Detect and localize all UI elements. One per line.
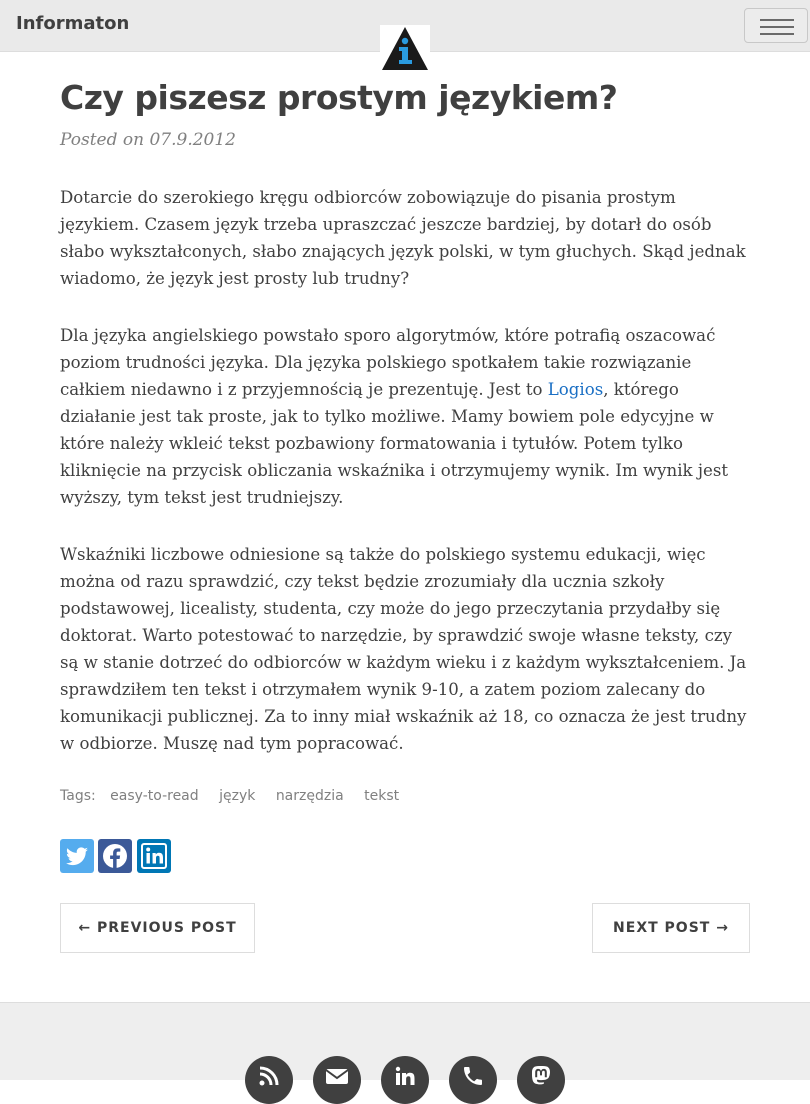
share-linkedin-button[interactable]	[137, 839, 171, 873]
mastodon-link[interactable]	[517, 1056, 565, 1104]
tag-link[interactable]: easy-to-read	[110, 788, 198, 804]
logios-link[interactable]: Logios	[548, 380, 603, 399]
previous-post-button[interactable]: ← PREVIOUS POST	[60, 903, 255, 953]
tags-label: Tags:	[60, 788, 96, 804]
next-post-button[interactable]: NEXT POST →	[592, 903, 750, 953]
email-link[interactable]	[313, 1056, 361, 1104]
tag-link[interactable]: język	[219, 788, 255, 804]
linkedin-link[interactable]	[381, 1056, 429, 1104]
footer	[0, 1002, 810, 1104]
site-brand[interactable]: Informaton	[16, 13, 129, 34]
article-paragraph: Dotarcie do szerokiego kręgu odbiorców z…	[60, 188, 746, 288]
rss-link[interactable]	[245, 1056, 293, 1104]
tags: Tags: easy-to-read język narzędzia tekst	[60, 788, 399, 804]
post-date: Posted on 07.9.2012	[60, 130, 236, 150]
menu-toggle-button[interactable]	[744, 8, 808, 43]
email-icon	[325, 1069, 349, 1084]
hamburger-icon	[760, 19, 794, 21]
share-twitter-button[interactable]	[60, 839, 94, 873]
linkedin-icon	[395, 1066, 415, 1085]
paragraph-text: , którego działanie jest tak proste, jak…	[60, 380, 729, 507]
info-logo-icon[interactable]	[380, 25, 430, 72]
tag-link[interactable]: narzędzia	[276, 788, 344, 804]
phone-icon	[464, 1067, 482, 1085]
rss-icon	[259, 1066, 279, 1086]
phone-link[interactable]	[449, 1056, 497, 1104]
hamburger-icon-bar	[760, 26, 794, 28]
article-paragraph: Wskaźniki liczbowe odniesione są także d…	[60, 545, 747, 753]
linkedin-icon	[141, 843, 167, 869]
post-title: Czy piszesz prostym językiem?	[60, 78, 618, 117]
tag-link[interactable]: tekst	[364, 788, 399, 804]
facebook-icon	[103, 844, 127, 868]
twitter-icon	[66, 847, 88, 866]
share-facebook-button[interactable]	[98, 839, 132, 873]
mastodon-icon	[532, 1066, 550, 1085]
hamburger-icon-bar	[760, 33, 794, 35]
article-paragraph: Dla języka angielskiego powstało sporo a…	[60, 322, 755, 511]
